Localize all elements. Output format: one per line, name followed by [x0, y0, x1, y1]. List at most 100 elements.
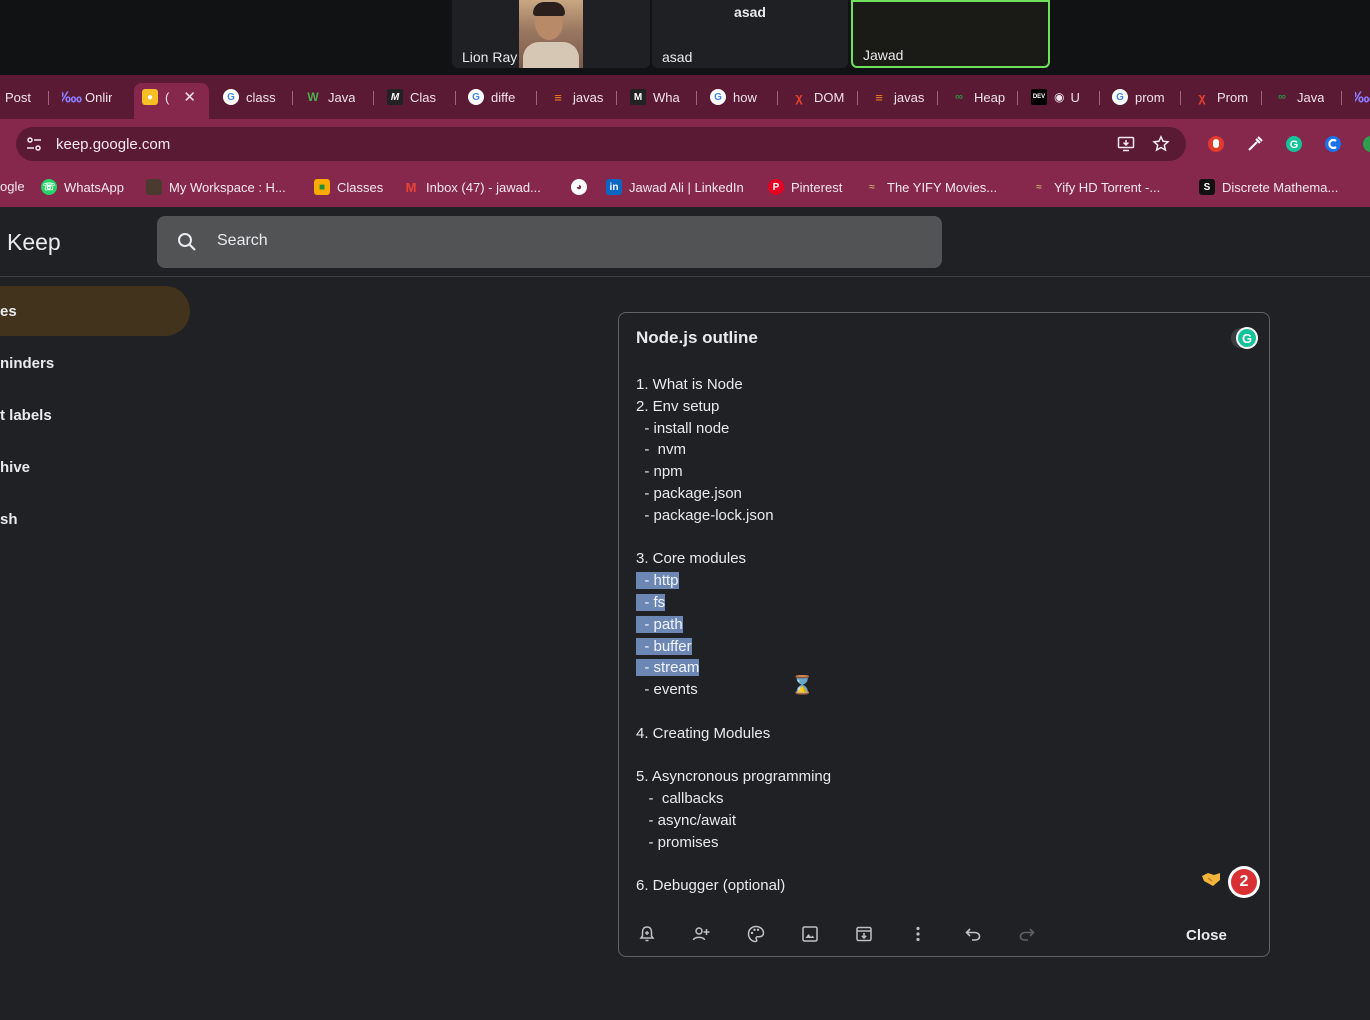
- note-body[interactable]: 1. What is Node 2. Env setup - install n…: [636, 374, 831, 897]
- bookmark-globe[interactable]: ◕: [571, 179, 594, 195]
- keep-favicon: ●: [142, 89, 158, 105]
- yify-icon: ≈: [869, 181, 875, 193]
- tab-dev[interactable]: DEV ◉ U: [1031, 83, 1080, 111]
- extension-c-icon[interactable]: [1324, 135, 1342, 153]
- note-editor-dialog: Node.js outline G 1. What is Node 2. Env…: [618, 312, 1270, 957]
- globe-icon: ◕: [571, 179, 587, 195]
- grammarly-extension-icon[interactable]: G: [1285, 135, 1303, 153]
- install-app-icon[interactable]: [1117, 135, 1135, 153]
- bookmark-google[interactable]: ogle: [0, 179, 25, 194]
- tab-what-medium[interactable]: M Wha: [630, 83, 680, 111]
- bookmark-label: Discrete Mathema...: [1222, 179, 1339, 195]
- extension-hand-icon[interactable]: [1207, 135, 1225, 153]
- bookmark-classes[interactable]: ■ Classes: [314, 179, 383, 195]
- search-box[interactable]: [157, 216, 942, 268]
- bookmark-label: The YIFY Movies...: [887, 179, 998, 195]
- google-favicon: G: [468, 89, 484, 105]
- tab-java-w3[interactable]: W Java: [305, 83, 355, 111]
- tab-heap[interactable]: ∞ Heap: [951, 83, 1005, 111]
- redo-icon[interactable]: [1018, 925, 1036, 943]
- sidebar-item-archive[interactable]: hive: [0, 442, 190, 492]
- note-line: - callbacks: [636, 790, 724, 808]
- archive-icon[interactable]: [855, 925, 873, 943]
- keep-header: Keep: [0, 207, 1370, 277]
- tab-label: Prom: [1217, 89, 1249, 105]
- note-title[interactable]: Node.js outline: [636, 328, 758, 348]
- remind-me-icon[interactable]: [638, 925, 656, 943]
- geeks-favicon: ∞: [1278, 91, 1286, 103]
- bookmark-label: ogle: [0, 179, 25, 194]
- sidebar-item-trash[interactable]: sh: [0, 494, 190, 544]
- bookmark-label: Yify HD Torrent -...: [1054, 179, 1161, 195]
- tab-keep[interactable]: ● ( ✕: [142, 83, 196, 111]
- note-line: 5. Asyncronous programming: [636, 768, 832, 786]
- tab-label: Onlir: [85, 89, 113, 105]
- tab-overflow[interactable]: ‱: [1355, 83, 1370, 111]
- tab-dom[interactable]: χ DOM: [791, 83, 844, 111]
- add-image-icon[interactable]: [801, 925, 819, 943]
- participant-tile-lion-ray[interactable]: Lion Ray: [452, 0, 650, 68]
- tab-java-geeks[interactable]: ∞ Java: [1274, 83, 1324, 111]
- bookmark-linkedin[interactable]: in Jawad Ali | LinkedIn: [606, 179, 744, 195]
- search-input[interactable]: [217, 232, 817, 250]
- handshake-icon[interactable]: [1201, 869, 1221, 889]
- badge-count: 2: [1231, 869, 1257, 895]
- grammarly-icon[interactable]: G: [1230, 325, 1260, 351]
- bookmark-star-icon[interactable]: [1152, 135, 1170, 153]
- tab-label: Java: [328, 89, 356, 105]
- chatgpt-icon: ◉: [1054, 90, 1065, 104]
- bookmark-label: Jawad Ali | LinkedIn: [629, 179, 744, 195]
- app-title[interactable]: Keep: [7, 229, 61, 256]
- participant-tile-jawad[interactable]: Jawad: [851, 0, 1050, 68]
- dom-favicon: χ: [1198, 89, 1206, 105]
- note-line: 2. Env setup: [636, 397, 720, 415]
- tab-javascript-so[interactable]: ≡ javas: [550, 83, 603, 111]
- note-line: 4. Creating Modules: [636, 724, 771, 742]
- site-info-icon[interactable]: [26, 136, 42, 152]
- collaborator-icon[interactable]: [692, 925, 710, 943]
- notification-count-badge[interactable]: 2: [1228, 866, 1260, 898]
- tab-post[interactable]: Post: [5, 83, 31, 111]
- note-line: [636, 745, 831, 767]
- bookmark-whatsapp[interactable]: ☏ WhatsApp: [41, 179, 124, 195]
- undo-icon[interactable]: [964, 925, 982, 943]
- bookmark-pinterest[interactable]: P Pinterest: [768, 179, 842, 195]
- tab-promise[interactable]: χ Prom: [1194, 83, 1248, 111]
- palette-icon[interactable]: [747, 925, 765, 943]
- sidebar-item-reminders[interactable]: ninders: [0, 338, 190, 388]
- more-options-icon[interactable]: [909, 925, 927, 943]
- close-tab-icon[interactable]: ✕: [183, 88, 196, 106]
- participant-top-label: asad: [734, 4, 766, 20]
- sidebar-item-notes[interactable]: es: [0, 286, 190, 336]
- svg-text:G: G: [1290, 139, 1299, 151]
- browser-tab-strip: Post ‱ Onlir ● ( ✕ G class W Java M Clas…: [0, 75, 1370, 119]
- tab-classes-medium[interactable]: M Clas: [387, 83, 436, 111]
- bookmark-discrete-math[interactable]: S Discrete Mathema...: [1199, 179, 1338, 195]
- color-picker-icon[interactable]: [1246, 135, 1264, 153]
- close-button[interactable]: Close: [1174, 923, 1239, 948]
- sidebar-item-label: hive: [0, 458, 31, 476]
- address-bar[interactable]: keep.google.com: [16, 127, 1186, 161]
- bookmark-inbox[interactable]: M Inbox (47) - jawad...: [403, 179, 541, 195]
- note-line: [636, 701, 831, 723]
- tab-promise-google[interactable]: G prom: [1112, 83, 1165, 111]
- sidebar-item-edit-labels[interactable]: t labels: [0, 390, 190, 440]
- tab-javascript-so-2[interactable]: ≡ javas: [871, 83, 924, 111]
- bookmark-yify-movies[interactable]: ≈ The YIFY Movies...: [864, 179, 997, 195]
- extension-green-icon[interactable]: [1362, 135, 1370, 153]
- tab-label: Heap: [974, 89, 1006, 105]
- participant-tile-asad[interactable]: asad asad: [652, 0, 848, 68]
- tab-difference[interactable]: G diffe: [468, 83, 515, 111]
- tab-how[interactable]: G how: [710, 83, 757, 111]
- note-line: 6. Debugger (optional): [636, 877, 786, 895]
- bookmark-yify-torrent[interactable]: ≈ Yify HD Torrent -...: [1031, 179, 1160, 195]
- tab-class[interactable]: G class: [223, 83, 276, 111]
- search-icon[interactable]: [177, 232, 197, 252]
- url-text[interactable]: keep.google.com: [56, 136, 170, 153]
- tab-label: Wha: [653, 89, 680, 105]
- bookmark-workspace[interactable]: My Workspace : H...: [146, 179, 286, 195]
- w3schools-favicon: W: [307, 90, 319, 104]
- tab-label: DOM: [814, 89, 845, 105]
- bookmark-label: My Workspace : H...: [169, 179, 286, 195]
- tab-online[interactable]: ‱ Onlir: [62, 83, 112, 111]
